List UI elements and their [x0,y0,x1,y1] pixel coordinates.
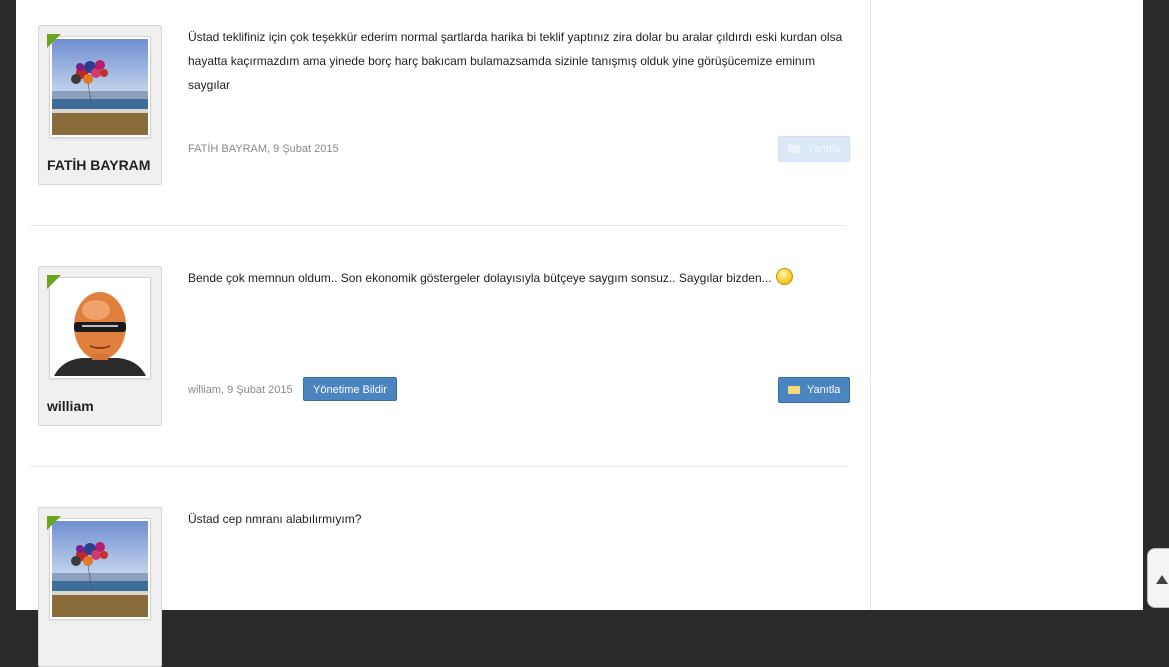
comment-text: Bende çok memnun oldum.. Son ekonomik gö… [188,266,858,290]
comment-meta: william, 9 Şubat 2015 [188,384,293,396]
comment-2: william Bende çok memnun oldum.. Son eko… [30,266,850,436]
comment-3: Üstad cep nmranı alabılırmıyım? [30,507,846,667]
username[interactable]: FATİH BAYRAM [47,157,150,173]
user-card[interactable]: william [38,266,162,426]
username[interactable]: william [47,398,94,414]
scroll-to-top-button[interactable] [1147,548,1169,608]
user-card[interactable]: FATİH BAYRAM [38,25,162,185]
avatar[interactable] [49,36,151,138]
report-button[interactable]: Yönetime Bildir [303,377,397,401]
comment-text: Üstad cep nmranı alabılırmıyım? [188,512,362,526]
comment-text: Üstad teklifiniz için çok teşekkür ederi… [188,30,843,92]
smiley-icon [775,268,793,285]
balloons-photo [52,521,148,617]
arrow-up-icon [1156,575,1168,584]
sidebar-divider [870,0,871,610]
comment-text-body: Bende çok memnun oldum.. Son ekonomik gö… [188,271,772,285]
avatar[interactable] [49,518,151,620]
balloons-photo [52,39,148,135]
reply-button[interactable]: Yanıtla [778,377,850,403]
speech-bubble-icon [788,145,800,153]
comment-1: FATİH BAYRAM Üstad teklifiniz için çok t… [30,25,850,195]
reply-button[interactable]: Yanıtla [778,136,850,162]
avatar[interactable] [49,277,151,379]
comment-divider [30,225,846,226]
corner-ribbon [47,275,61,289]
reply-label: Yanıtla [807,384,841,396]
speech-bubble-icon [788,386,800,394]
bald-man-sunglasses-photo [52,280,148,376]
user-card[interactable] [38,507,162,667]
corner-ribbon [47,516,61,530]
page: FATİH BAYRAM Üstad teklifiniz için çok t… [16,0,1143,667]
comment-meta: FATİH BAYRAM, 9 Şubat 2015 [188,143,339,155]
corner-ribbon [47,34,61,48]
comment-divider [30,466,846,467]
reply-label: Yanıtla [807,143,841,155]
